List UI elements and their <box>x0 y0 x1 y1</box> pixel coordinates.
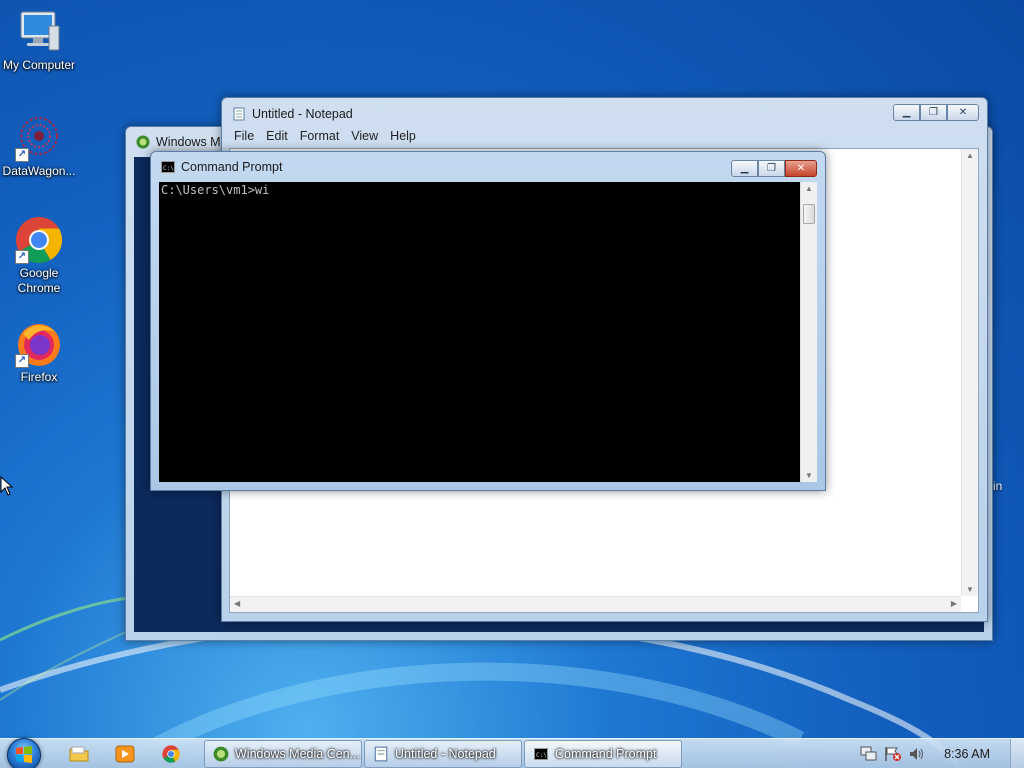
desktop-icon-label: Firefox <box>20 370 58 384</box>
menu-file[interactable]: File <box>228 129 260 143</box>
scroll-up-arrow-icon[interactable]: ▲ <box>805 184 813 193</box>
maximize-button[interactable]: ❐ <box>758 160 785 177</box>
desktop-icon-datawagon[interactable]: ↗ DataWagon... <box>0 114 78 179</box>
cmd-window[interactable]: C:\ Command Prompt ▁ ❐ ✕ C:\Users\vm1>wi… <box>150 151 826 491</box>
system-tray: 8:36 AM <box>860 739 1024 768</box>
cmd-titlebar[interactable]: C:\ Command Prompt <box>151 152 825 182</box>
minimize-icon: ▁ <box>740 163 749 174</box>
scroll-up-arrow-icon[interactable]: ▲ <box>966 151 974 160</box>
notepad-menubar: File Edit Format View Help <box>228 126 981 146</box>
minimize-icon: ▁ <box>902 107 911 118</box>
window-title: Untitled - Notepad <box>252 107 353 121</box>
chrome-icon <box>162 744 180 763</box>
minimize-button[interactable]: ▁ <box>893 104 920 121</box>
horizontal-scrollbar[interactable]: ◀ ▶ <box>230 596 961 612</box>
pinned-chrome[interactable] <box>148 739 194 768</box>
menu-help[interactable]: Help <box>384 129 422 143</box>
network-icon[interactable] <box>860 746 878 762</box>
desktop-icon-label: Google Chrome <box>17 266 61 295</box>
svg-text:C:\: C:\ <box>536 752 547 759</box>
menu-format[interactable]: Format <box>294 129 346 143</box>
close-button[interactable]: ✕ <box>785 160 817 177</box>
close-icon: ✕ <box>796 163 806 174</box>
clock[interactable]: 8:36 AM <box>944 747 990 761</box>
shortcut-arrow-icon: ↗ <box>15 148 29 162</box>
close-button[interactable]: ✕ <box>947 104 979 121</box>
partial-desktop-label: in <box>993 479 1003 493</box>
show-desktop-button[interactable] <box>1010 739 1024 768</box>
desktop-icon-my-computer[interactable]: My Computer <box>0 8 78 73</box>
start-button[interactable] <box>0 737 48 768</box>
taskbar: Windows Media Cen... Untitled - Notepad … <box>0 737 1024 768</box>
console-scrollbar[interactable]: ▲ ▼ <box>800 182 817 482</box>
pinned-media-player[interactable] <box>102 739 148 768</box>
notepad-icon <box>233 107 245 121</box>
cmd-window-controls: ▁ ❐ ✕ <box>731 160 817 177</box>
scroll-left-arrow-icon[interactable]: ◀ <box>234 599 240 608</box>
svg-text:C:\: C:\ <box>163 165 174 172</box>
cmd-icon: C:\ <box>161 161 175 173</box>
computer-icon <box>20 11 60 51</box>
console-output: C:\Users\vm1>wi <box>161 183 270 197</box>
volume-icon[interactable] <box>908 746 926 762</box>
close-icon: ✕ <box>958 107 968 118</box>
taskbar-button-cmd[interactable]: C:\ Command Prompt <box>524 739 682 768</box>
maximize-icon: ❐ <box>929 107 938 118</box>
minimize-button[interactable]: ▁ <box>731 160 758 177</box>
pinned-explorer[interactable] <box>56 739 102 768</box>
taskbar-button-label: Untitled - Notepad <box>395 746 496 761</box>
shortcut-arrow-icon: ↗ <box>15 250 29 264</box>
windows-logo-icon <box>7 737 41 768</box>
notepad-window-controls: ▁ ❐ ✕ <box>893 104 979 121</box>
media-center-icon <box>213 746 229 761</box>
taskbar-button-media-center[interactable]: Windows Media Cen... <box>204 739 362 768</box>
taskbar-button-label: Command Prompt <box>555 746 657 761</box>
menu-edit[interactable]: Edit <box>260 129 294 143</box>
window-title: Command Prompt <box>181 160 283 174</box>
scroll-thumb[interactable] <box>803 204 815 224</box>
maximize-button[interactable]: ❐ <box>920 104 947 121</box>
taskbar-button-label: Windows Media Cen... <box>235 746 361 761</box>
desktop-icon-label: My Computer <box>2 58 76 72</box>
menu-view[interactable]: View <box>345 129 384 143</box>
shortcut-arrow-icon: ↗ <box>15 354 29 368</box>
vertical-scrollbar[interactable]: ▲ ▼ <box>961 149 978 596</box>
desktop-icon-chrome[interactable]: ↗ Google Chrome <box>0 216 78 296</box>
scroll-right-arrow-icon[interactable]: ▶ <box>951 599 957 608</box>
maximize-icon: ❐ <box>767 163 776 174</box>
window-title: Windows Me <box>156 135 228 149</box>
media-center-icon <box>136 135 150 149</box>
desktop-icon-label: DataWagon... <box>2 164 76 178</box>
cmd-icon: C:\ <box>534 747 548 760</box>
scroll-down-arrow-icon[interactable]: ▼ <box>805 471 813 480</box>
media-player-icon <box>115 745 135 762</box>
notepad-icon <box>374 746 388 761</box>
desktop-icon-firefox[interactable]: ↗ Firefox <box>0 320 78 385</box>
action-center-flag-icon[interactable] <box>884 746 902 762</box>
console-area[interactable]: C:\Users\vm1>wi ▲ ▼ <box>159 182 817 482</box>
folder-icon <box>69 746 89 761</box>
taskbar-button-notepad[interactable]: Untitled - Notepad <box>364 739 522 768</box>
mouse-cursor-icon <box>0 476 14 496</box>
scroll-down-arrow-icon[interactable]: ▼ <box>966 585 974 594</box>
